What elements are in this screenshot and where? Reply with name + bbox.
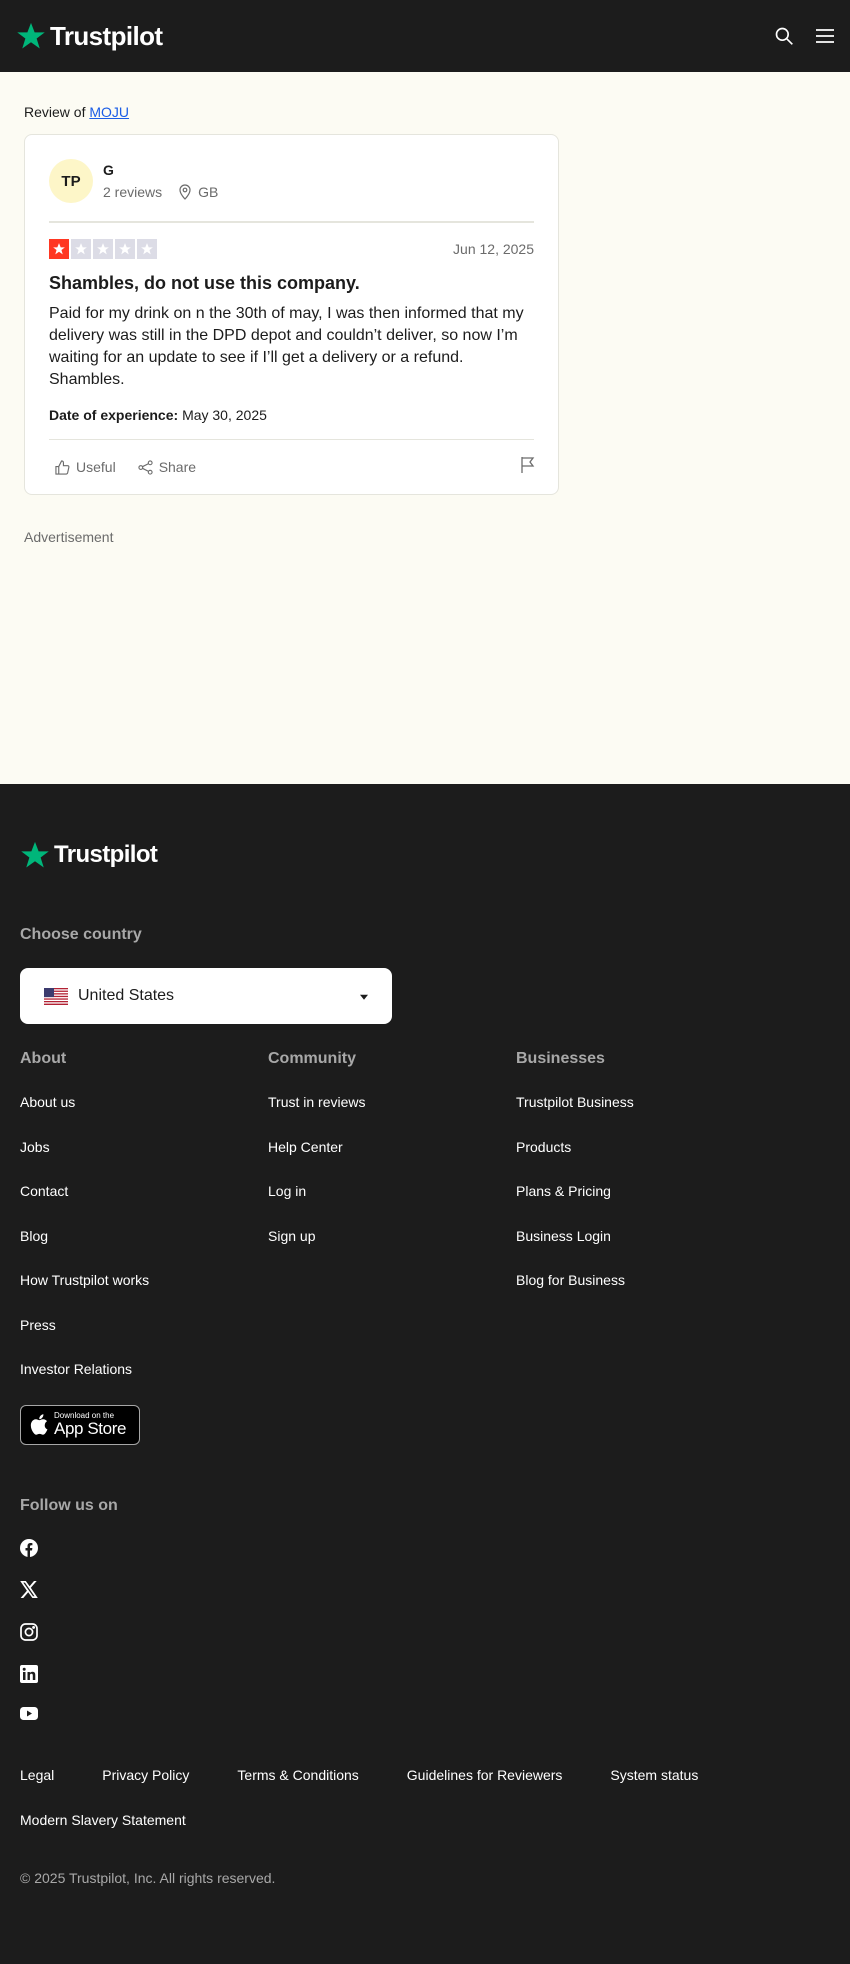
share-icon [138, 459, 153, 475]
share-button[interactable]: Share [138, 459, 196, 475]
star-rating [49, 239, 157, 259]
instagram-icon[interactable] [20, 1622, 38, 1646]
search-icon[interactable] [774, 26, 794, 46]
legal-link[interactable]: Privacy Policy [102, 1767, 189, 1812]
footer-link[interactable]: Blog for Business [516, 1272, 764, 1317]
review-of: Review of MOJU [24, 104, 826, 120]
review-of-prefix: Review of [24, 104, 86, 120]
appstore-big-text: App Store [54, 1419, 127, 1438]
footer-col-community: Community Trust in reviews Help Center L… [268, 1050, 516, 1406]
businesses-heading: Businesses [516, 1050, 605, 1067]
location-pin-icon [179, 184, 191, 200]
footer-col-businesses: Businesses Trustpilot Business Products … [516, 1050, 764, 1406]
useful-button[interactable]: Useful [55, 459, 116, 475]
x-twitter-icon[interactable] [20, 1580, 38, 1603]
menu-icon[interactable] [816, 28, 834, 44]
trustpilot-star-icon [21, 841, 49, 868]
legal-link[interactable]: Terms & Conditions [237, 1767, 358, 1812]
footer-link[interactable]: Jobs [20, 1139, 268, 1184]
footer-col-about: About About us Jobs Contact Blog How Tru… [20, 1050, 268, 1406]
legal-links: Legal Privacy Policy Terms & Conditions … [20, 1767, 830, 1857]
author-name[interactable]: G [103, 162, 218, 178]
review-card: TP G 2 reviews GB Jun 12, 2025 Shambles,… [24, 134, 559, 495]
trustpilot-star-icon [17, 22, 45, 49]
useful-label: Useful [76, 459, 116, 475]
star-icon [137, 239, 157, 259]
linkedin-icon[interactable] [20, 1664, 38, 1688]
apple-icon [30, 1414, 48, 1435]
footer-link[interactable]: Press [20, 1317, 268, 1362]
experience-label: Date of experience: [49, 407, 179, 423]
star-icon [49, 239, 69, 259]
footer-link[interactable]: Products [516, 1139, 764, 1184]
copyright: © 2025 Trustpilot, Inc. All rights reser… [20, 1869, 276, 1886]
location-text: GB [198, 184, 219, 200]
choose-country-heading: Choose country [20, 926, 142, 943]
app-store-badge[interactable]: Download on the App Store [20, 1404, 140, 1445]
footer-link[interactable]: Blog [20, 1228, 268, 1273]
advertisement-label: Advertisement [24, 529, 114, 545]
legal-link[interactable]: System status [610, 1767, 698, 1812]
footer-link[interactable]: Contact [20, 1183, 268, 1228]
author-row: TP G 2 reviews GB [49, 159, 534, 223]
review-date: Jun 12, 2025 [453, 241, 534, 257]
star-icon [93, 239, 113, 259]
trustpilot-logo[interactable]: Trustpilot [16, 20, 163, 52]
review-body: Paid for my drink on n the 30th of may, … [49, 305, 524, 388]
footer-link[interactable]: Trustpilot Business [516, 1094, 764, 1139]
star-icon [71, 239, 91, 259]
legal-link[interactable]: Guidelines for Reviewers [407, 1767, 563, 1812]
about-heading: About [20, 1050, 67, 1067]
review-title: Shambles, do not use this company. [49, 273, 360, 293]
chevron-down-icon [360, 994, 368, 1000]
footer-logo-text: Trustpilot [54, 841, 158, 868]
us-flag-icon [44, 987, 68, 1005]
footer-link[interactable]: About us [20, 1094, 268, 1139]
selected-country: United States [78, 987, 175, 1004]
review-count: 2 reviews [103, 184, 163, 200]
share-label: Share [158, 459, 197, 475]
top-header: Trustpilot [0, 0, 850, 72]
logo-text: Trustpilot [50, 20, 163, 51]
flag-icon[interactable] [520, 456, 536, 479]
footer-link[interactable]: Investor Relations [20, 1361, 268, 1406]
legal-link[interactable]: Legal [20, 1767, 54, 1812]
date-of-experience: Date of experience: May 30, 2025 [49, 407, 534, 440]
facebook-icon[interactable] [20, 1538, 38, 1562]
footer-link[interactable]: Help Center [268, 1139, 516, 1184]
footer-logo[interactable]: Trustpilot [20, 840, 830, 870]
thumbs-up-icon [55, 459, 70, 475]
legal-link[interactable]: Modern Slavery Statement [20, 1812, 186, 1857]
experience-date: May 30, 2025 [182, 407, 267, 423]
footer-link[interactable]: How Trustpilot works [20, 1272, 268, 1317]
country-select[interactable]: United States [20, 968, 392, 1024]
youtube-icon[interactable] [20, 1706, 38, 1725]
footer-link[interactable]: Log in [268, 1183, 516, 1228]
community-heading: Community [268, 1050, 356, 1067]
avatar[interactable]: TP [49, 159, 93, 203]
footer-link[interactable]: Sign up [268, 1228, 516, 1273]
company-link[interactable]: MOJU [89, 104, 129, 120]
footer-link[interactable]: Trust in reviews [268, 1094, 516, 1139]
footer-link[interactable]: Plans & Pricing [516, 1183, 764, 1228]
footer: Trustpilot Choose country United States … [0, 784, 850, 1964]
main-content: Review of MOJU TP G 2 reviews GB Jun 12,… [0, 72, 850, 784]
follow-us-heading: Follow us on [20, 1496, 118, 1514]
footer-link[interactable]: Business Login [516, 1228, 764, 1273]
star-icon [115, 239, 135, 259]
location: GB [178, 184, 218, 200]
